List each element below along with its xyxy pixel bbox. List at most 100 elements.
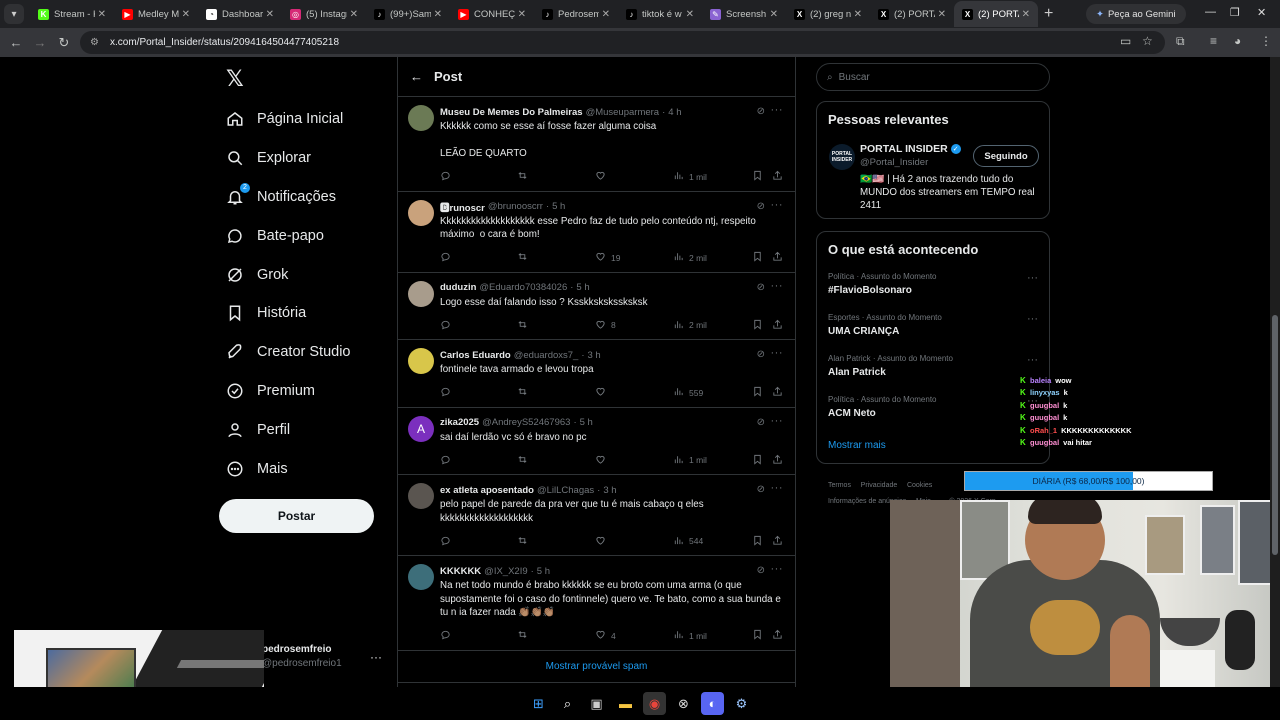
browser-tab[interactable]: ♪ Pedrosem ✕ — [534, 1, 618, 27]
relevant-name-row[interactable]: PORTAL INSIDER ✓ — [860, 143, 961, 155]
reply-tweet[interactable]: Museu De Memes Do Palmeiras @Museuparmer… — [398, 97, 795, 192]
browser-tab[interactable]: X (2) PORTA✕ — [870, 1, 954, 27]
tweet-author-handle[interactable]: @brunooscrr — [488, 201, 543, 212]
tweet-time[interactable]: 5 h — [580, 417, 593, 428]
browser-tab[interactable]: X (2) greg n ✕ — [786, 1, 870, 27]
tweet-author-handle[interactable]: @LilLChagas — [537, 485, 594, 496]
close-window-icon[interactable]: ✕ — [1257, 6, 1266, 19]
share-button[interactable] — [772, 629, 783, 642]
reload-icon[interactable]: ↻ — [52, 35, 76, 51]
avatar[interactable] — [408, 564, 434, 590]
back-icon[interactable]: ← — [4, 35, 28, 50]
reply-button[interactable] — [440, 535, 456, 548]
browser-tab[interactable]: X (2) PORTA✕ — [954, 1, 1038, 27]
repost-button[interactable] — [517, 454, 533, 467]
trend-item[interactable]: Esportes · Assunto do Momento UMA CRIANÇ… — [828, 313, 1038, 337]
avatar[interactable]: A — [408, 415, 434, 442]
reply-button[interactable] — [440, 454, 456, 467]
grok-explain-icon[interactable]: ⊘ — [757, 282, 765, 293]
bookmark-star-icon[interactable]: ☆ — [1142, 34, 1153, 48]
like-button[interactable] — [595, 454, 611, 467]
avatar[interactable] — [408, 348, 434, 374]
like-button[interactable] — [595, 386, 611, 399]
like-button[interactable] — [595, 170, 611, 183]
taskbar-discord-icon[interactable]: ◐ — [701, 692, 724, 715]
tweet-author-name[interactable]: Carlos Eduardo — [440, 350, 511, 361]
views-button[interactable]: 1 mil — [673, 629, 707, 642]
tab-close-icon[interactable]: ✕ — [182, 9, 190, 20]
new-tab-icon[interactable]: + — [1044, 5, 1053, 23]
sidebar-item-hist-ria[interactable]: História — [226, 294, 351, 333]
reply-button[interactable] — [440, 319, 456, 332]
browser-tab[interactable]: ◔ Dashboard✕ — [198, 1, 282, 27]
views-button[interactable]: 544 — [673, 535, 703, 548]
tweet-author-name[interactable]: KKKKKK — [440, 566, 481, 577]
sidebar-item-creator-studio[interactable]: Creator Studio — [226, 333, 351, 372]
tweet-author-name[interactable]: ex atleta aposentado — [440, 485, 534, 496]
extensions-icon[interactable]: ⧉ — [1176, 34, 1185, 49]
menu-icon[interactable]: ⋮ — [1260, 34, 1272, 48]
tab-close-icon[interactable]: ✕ — [266, 9, 274, 20]
more-options-icon[interactable]: ··· — [1027, 272, 1038, 284]
avatar[interactable] — [408, 280, 434, 307]
forward-icon[interactable]: → — [28, 35, 52, 50]
following-button[interactable]: Seguindo — [973, 145, 1039, 167]
show-more-link[interactable]: Mostrar mais — [828, 440, 886, 451]
share-button[interactable] — [772, 170, 783, 183]
reply-button[interactable] — [440, 386, 456, 399]
repost-button[interactable] — [517, 319, 533, 332]
avatar[interactable] — [408, 199, 434, 226]
grok-explain-icon[interactable]: ⊘ — [757, 484, 765, 495]
reply-tweet[interactable]: duduzin @Eduardo70384026 · 5 h ⊘ ··· Log… — [398, 273, 795, 340]
sidebar-item-mais[interactable]: Mais — [226, 449, 351, 488]
repost-button[interactable] — [517, 629, 533, 642]
account-more-icon[interactable]: ··· — [370, 650, 382, 664]
more-options-icon[interactable]: ··· — [771, 199, 784, 211]
browser-tab[interactable]: ▶ CONHEÇA✕ — [450, 1, 534, 27]
avatar[interactable] — [408, 105, 434, 131]
trend-item[interactable]: Alan Patrick · Assunto do Momento Alan P… — [828, 354, 1038, 378]
browser-tab[interactable]: K Stream - K✕ — [30, 1, 114, 27]
more-options-icon[interactable]: ··· — [771, 415, 784, 427]
avatar[interactable] — [408, 483, 434, 509]
cast-icon[interactable]: ▭ — [1120, 34, 1131, 48]
views-button[interactable]: 2 mil — [673, 251, 707, 264]
taskbar-steam-icon[interactable]: ⚙ — [730, 692, 753, 715]
reply-tweet[interactable]: A zika2025 @AndreyS52467963 · 5 h ⊘ ··· … — [398, 408, 795, 475]
bookmark-button[interactable] — [752, 386, 763, 399]
like-button[interactable]: 19 — [595, 251, 620, 264]
views-button[interactable]: 559 — [673, 386, 703, 399]
tab-search-icon[interactable]: ▾ — [4, 4, 24, 24]
url-input[interactable]: ⚙ x.com/Portal_Insider/status/2094164504… — [80, 31, 1165, 54]
browser-tab[interactable]: ✎ Screensh ✕ — [702, 1, 786, 27]
bookmark-button[interactable] — [752, 629, 763, 642]
sidebar-item-grok[interactable]: Grok — [226, 255, 351, 294]
tab-close-icon[interactable]: ✕ — [518, 9, 526, 20]
trend-item[interactable]: Política · Assunto do Momento #FlavioBol… — [828, 272, 1038, 296]
like-button[interactable] — [595, 535, 611, 548]
tweet-author-name[interactable]: 🅱runoscr — [440, 200, 485, 214]
bookmark-button[interactable] — [752, 251, 763, 264]
sidebar-item-bate-papo[interactable]: Bate-papo — [226, 216, 351, 255]
search-input[interactable]: ⌕ Buscar — [816, 63, 1050, 91]
browser-tab[interactable]: ♪ tiktok é w ✕ — [618, 1, 702, 27]
reply-button[interactable] — [440, 251, 456, 264]
tweet-time[interactable]: 4 h — [668, 107, 681, 118]
tweet-author-handle[interactable]: @Eduardo70384026 — [479, 282, 567, 293]
taskbar-app-icon[interactable]: ⊗ — [672, 692, 695, 715]
tweet-time[interactable]: 5 h — [576, 282, 589, 293]
sidebar-item-explorar[interactable]: Explorar — [226, 139, 351, 178]
more-options-icon[interactable]: ··· — [771, 482, 784, 494]
sidebar-item-notifica-es[interactable]: 2 Notificações — [226, 178, 351, 217]
tweet-author-name[interactable]: duduzin — [440, 282, 476, 293]
more-options-icon[interactable]: ··· — [1027, 354, 1038, 366]
tweet-time[interactable]: 3 h — [588, 350, 601, 361]
browser-tab[interactable]: ♪ (99+)Sam ✕ — [366, 1, 450, 27]
grok-explain-icon[interactable]: ⊘ — [757, 565, 765, 576]
trend-item[interactable]: Política · Assunto do Momento ACM Neto ·… — [828, 395, 1038, 419]
tweet-author-name[interactable]: zika2025 — [440, 417, 479, 428]
x-logo-icon[interactable]: 𝕏 — [226, 66, 244, 92]
tab-close-icon[interactable]: ✕ — [602, 9, 610, 20]
views-button[interactable]: 1 mil — [673, 454, 707, 467]
share-button[interactable] — [772, 251, 783, 264]
